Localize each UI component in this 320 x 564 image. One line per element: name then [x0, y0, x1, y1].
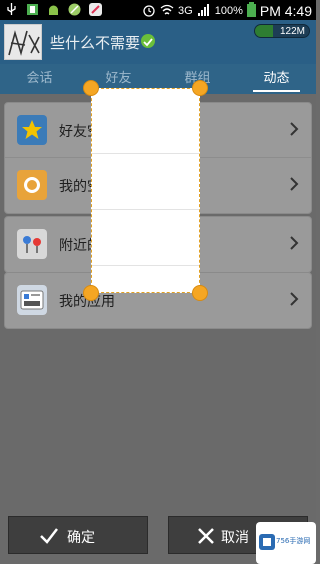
divider	[92, 209, 199, 210]
cancel-label: 取消	[221, 530, 249, 546]
status-bar: 3G 100% PM 4:49	[0, 0, 316, 20]
memory-fill	[255, 25, 273, 37]
watermark-text: 756手游网	[276, 537, 311, 545]
checkmark-icon	[40, 528, 58, 544]
memory-indicator: 122M	[254, 24, 310, 38]
confirm-label: 确定	[67, 530, 95, 546]
crop-handle-top-left[interactable]	[83, 80, 99, 96]
chevron-right-icon	[290, 236, 299, 250]
battery-charge-icon	[25, 2, 40, 17]
divider	[92, 153, 199, 154]
battery-percent: 100%	[214, 5, 243, 17]
map-pin-icon	[17, 229, 47, 259]
memory-text: 122M	[279, 26, 305, 37]
apps-icon	[17, 285, 47, 315]
alarm-icon	[142, 3, 156, 20]
bell-icon	[17, 170, 47, 200]
crop-selection[interactable]	[91, 88, 200, 293]
app-title: 些什么不需要	[50, 34, 141, 52]
compass-icon	[67, 2, 82, 17]
crop-handle-bottom-right[interactable]	[192, 285, 208, 301]
avatar[interactable]	[4, 24, 42, 60]
signal-icon	[197, 3, 211, 20]
close-icon	[198, 528, 214, 544]
chevron-right-icon	[290, 292, 299, 306]
verified-icon	[141, 34, 155, 48]
confirm-button[interactable]: 确定	[8, 516, 148, 554]
divider	[92, 265, 199, 266]
battery-icon	[246, 2, 256, 20]
watermark-logo: 756手游网	[256, 522, 316, 564]
app-header: 些什么不需要 122M	[0, 20, 316, 64]
android-icon	[46, 2, 61, 17]
tools-icon	[88, 2, 103, 17]
tab-feed[interactable]: 动态	[237, 64, 316, 94]
star-icon	[17, 115, 47, 145]
crop-handle-bottom-left[interactable]	[83, 285, 99, 301]
chevron-right-icon	[290, 122, 299, 136]
tab-chats[interactable]: 会话	[0, 64, 79, 94]
clock: PM 4:49	[259, 3, 312, 19]
crop-handle-top-right[interactable]	[192, 80, 208, 96]
network-type: 3G	[178, 5, 193, 17]
chevron-right-icon	[290, 177, 299, 191]
wifi-icon	[160, 3, 174, 20]
usb-icon	[4, 2, 19, 17]
